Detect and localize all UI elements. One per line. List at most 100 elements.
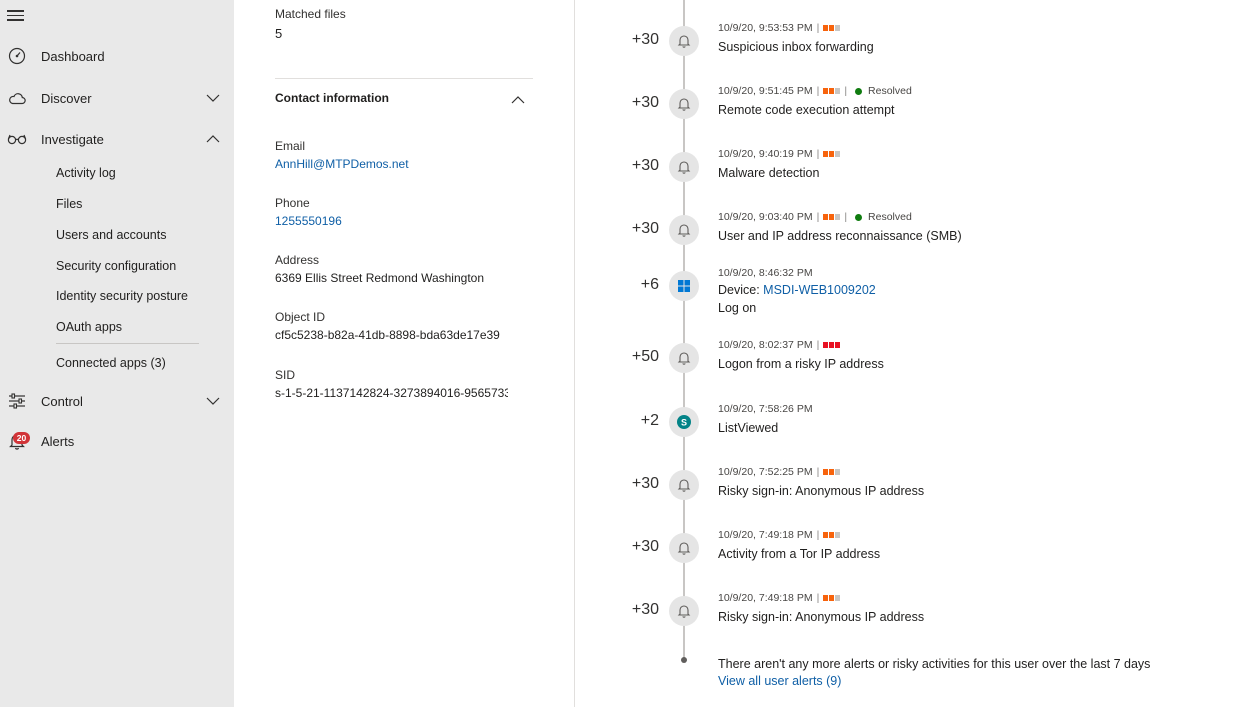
severity-bar — [829, 342, 835, 348]
sidebar-item-identity-security-posture[interactable]: Identity security posture — [56, 289, 188, 303]
severity-indicator — [823, 342, 841, 348]
event-title[interactable]: Malware detection — [718, 166, 819, 180]
status-text: Resolved — [868, 211, 912, 223]
device-label: Device: — [718, 283, 760, 297]
risk-score: +30 — [631, 475, 659, 492]
status-dot — [855, 213, 863, 221]
separator: | — [816, 529, 820, 541]
sidebar-item-users-and-accounts[interactable]: Users and accounts — [56, 228, 166, 242]
chevron-up-icon[interactable] — [510, 93, 526, 107]
event-title[interactable]: Logon from a risky IP address — [718, 357, 884, 371]
risk-score: +30 — [631, 31, 659, 48]
separator: | — [816, 211, 820, 223]
nav-control[interactable]: Control — [0, 383, 234, 419]
severity-bar — [835, 25, 841, 31]
activity-timeline: There aren't any more alerts or risky ac… — [576, 0, 1247, 707]
nav-label: Discover — [41, 90, 92, 106]
event-title[interactable]: Remote code execution attempt — [718, 103, 895, 117]
chevron-down-icon[interactable] — [205, 393, 221, 409]
severity-indicator — [823, 469, 841, 475]
severity-bar — [823, 595, 829, 601]
hamburger-menu-icon[interactable] — [7, 7, 27, 23]
address-value: 6369 Ellis Street Redmond Washington — [275, 271, 485, 285]
severity-bar — [829, 214, 835, 220]
sidebar-item-oauth-apps[interactable]: OAuth apps — [56, 320, 122, 334]
event-title[interactable]: Risky sign-in: Anonymous IP address — [718, 610, 924, 624]
separator: | — [816, 592, 820, 604]
event-meta: 10/9/20, 8:46:32 PM — [718, 267, 813, 279]
nav-alerts[interactable]: Alerts — [0, 423, 234, 459]
severity-bar — [829, 595, 835, 601]
sidebar-item-files[interactable]: Files — [56, 197, 82, 211]
sidebar-item-connected-apps[interactable]: Connected apps (3) — [56, 356, 166, 370]
event-timestamp: 10/9/20, 9:40:19 PM — [718, 148, 813, 160]
event-timestamp: 10/9/20, 9:51:45 PM — [718, 85, 813, 97]
gauge-icon — [7, 46, 27, 66]
event-timestamp: 10/9/20, 7:52:25 PM — [718, 466, 813, 478]
event-meta: 10/9/20, 9:03:40 PM | | Resolved — [718, 211, 912, 223]
event-title[interactable]: Activity from a Tor IP address — [718, 547, 880, 561]
chevron-down-icon[interactable] — [205, 90, 221, 106]
severity-bar — [835, 595, 841, 601]
nav-label: Control — [41, 393, 83, 409]
email-label: Email — [275, 139, 306, 153]
bell-icon — [669, 215, 699, 245]
event-title[interactable]: Log on — [718, 301, 756, 315]
bell-icon — [669, 343, 699, 373]
risk-score: +30 — [631, 157, 659, 174]
separator: | — [816, 22, 820, 34]
status-dot — [855, 87, 863, 95]
nav-discover[interactable]: Discover — [0, 80, 234, 116]
separator: | — [816, 339, 820, 351]
severity-bar — [823, 25, 829, 31]
event-timestamp: 10/9/20, 8:02:37 PM — [718, 339, 813, 351]
timeline-end-dot — [681, 657, 687, 663]
event-title[interactable]: ListViewed — [718, 421, 778, 435]
section-divider — [275, 78, 533, 79]
event-meta: 10/9/20, 7:49:18 PM | — [718, 592, 841, 604]
risk-score: +30 — [631, 538, 659, 555]
severity-indicator — [823, 595, 841, 601]
severity-bar — [823, 532, 829, 538]
severity-indicator — [823, 532, 841, 538]
object-id-label: Object ID — [275, 310, 326, 324]
severity-indicator — [823, 25, 841, 31]
bell-icon — [669, 533, 699, 563]
risk-score: +2 — [640, 412, 659, 429]
risk-score: +30 — [631, 94, 659, 111]
severity-bar — [835, 532, 841, 538]
severity-bar — [823, 214, 829, 220]
risk-score: +30 — [631, 601, 659, 618]
event-title[interactable]: User and IP address reconnaissance (SMB) — [718, 229, 962, 243]
event-device: Device: MSDI-WEB1009202 — [718, 283, 876, 297]
event-title[interactable]: Suspicious inbox forwarding — [718, 40, 874, 54]
severity-bar — [835, 342, 841, 348]
bell-icon — [669, 89, 699, 119]
severity-indicator — [823, 214, 841, 220]
windows-icon — [669, 271, 699, 301]
bell-icon — [669, 152, 699, 182]
nav-dashboard[interactable]: Dashboard — [0, 38, 234, 74]
sharepoint-icon: S — [669, 407, 699, 437]
severity-bar — [835, 214, 841, 220]
chevron-up-icon[interactable] — [205, 131, 221, 147]
nav-investigate[interactable]: Investigate — [0, 121, 234, 157]
nav-label: Investigate — [41, 131, 104, 147]
alerts-count-badge: 20 — [13, 432, 30, 444]
view-all-user-alerts-link[interactable]: View all user alerts (9) — [718, 674, 841, 688]
device-link[interactable]: MSDI-WEB1009202 — [763, 283, 876, 297]
event-timestamp: 10/9/20, 7:58:26 PM — [718, 403, 813, 415]
timeline-end-message: There aren't any more alerts or risky ac… — [718, 657, 1151, 671]
severity-bar — [829, 25, 835, 31]
sidebar-item-security-configuration[interactable]: Security configuration — [56, 259, 176, 273]
event-meta: 10/9/20, 9:53:53 PM | — [718, 22, 841, 34]
event-meta: 10/9/20, 7:49:18 PM | — [718, 529, 841, 541]
phone-link[interactable]: 1255550196 — [275, 214, 342, 228]
separator: | — [844, 85, 848, 97]
email-link[interactable]: AnnHill@MTPDemos.net — [275, 157, 409, 171]
sidebar-item-activity-log[interactable]: Activity log — [56, 166, 116, 180]
event-timestamp: 10/9/20, 9:03:40 PM — [718, 211, 813, 223]
event-title[interactable]: Risky sign-in: Anonymous IP address — [718, 484, 924, 498]
separator: | — [816, 148, 820, 160]
app-root: Dashboard Discover Investigate Activity … — [0, 0, 1247, 707]
